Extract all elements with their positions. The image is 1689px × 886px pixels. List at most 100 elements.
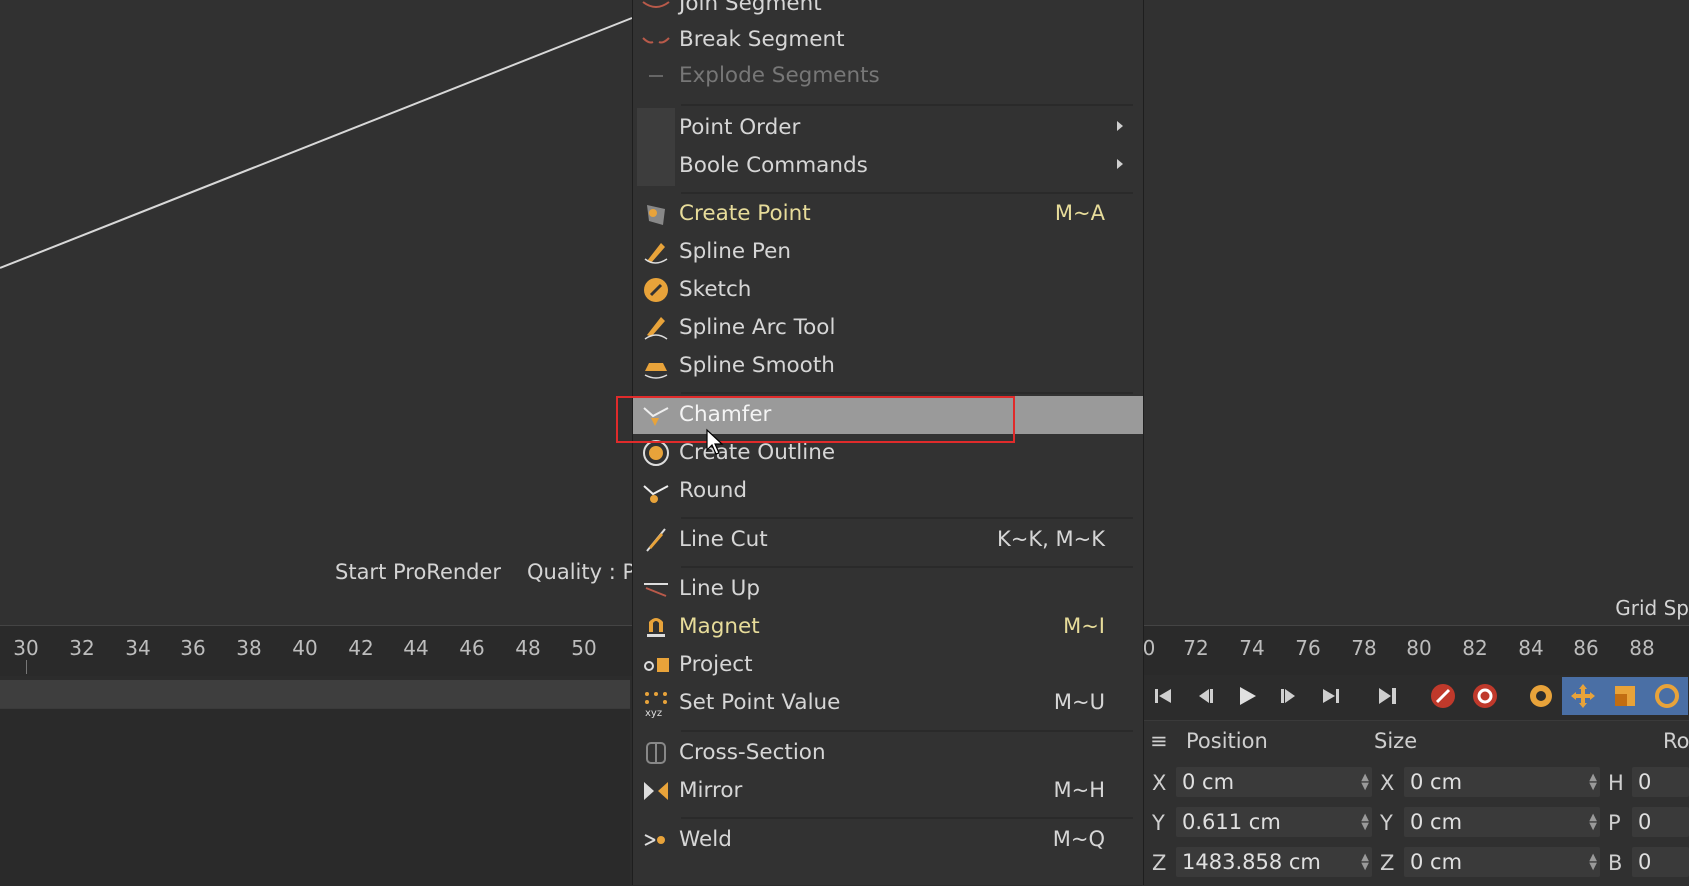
move-key-button[interactable]: [1562, 677, 1604, 715]
go-to-start-icon: [1155, 689, 1171, 703]
tick-label: 86: [1573, 636, 1599, 660]
next-frame-button[interactable]: [1268, 677, 1310, 715]
coordinates-panel: ≡ Position Size Ro X 0 cm ▲ ▼ X 0 cm ▲ ▼ H 0…: [1142, 720, 1689, 886]
menu-item-break-segment[interactable]: Break Segment: [633, 21, 1143, 59]
menu-item-point-order[interactable]: Point Order: [633, 109, 1143, 147]
spinner-icon: ▲ ▼: [1589, 812, 1597, 832]
tick-label: 44: [403, 636, 429, 660]
gear-icon: [1530, 685, 1552, 707]
tick-label: 72: [1183, 636, 1209, 660]
tick-label: 46: [459, 636, 485, 660]
timeline-track[interactable]: [0, 680, 630, 708]
record-keys-button[interactable]: [1422, 677, 1464, 715]
submenu-arrow-icon: [1117, 121, 1123, 131]
size-y-field[interactable]: 0 cm ▲ ▼: [1404, 807, 1600, 837]
go-to-start-button[interactable]: [1142, 677, 1184, 715]
position-x-field[interactable]: 0 cm ▲ ▼: [1176, 767, 1372, 797]
menu-item-project[interactable]: Project: [633, 646, 1143, 684]
menu-item-sketch[interactable]: Sketch: [633, 271, 1143, 309]
size-x-field[interactable]: 0 cm ▲ ▼: [1404, 767, 1600, 797]
play-button[interactable]: [1226, 677, 1268, 715]
next-frame-icon: [1281, 689, 1295, 703]
scale-key-button[interactable]: [1604, 677, 1646, 715]
axis-label: X: [1152, 771, 1167, 795]
menu-item-spline-pen[interactable]: Spline Pen: [633, 233, 1143, 271]
tick-label: 30: [13, 636, 39, 660]
position-header: Position: [1186, 729, 1268, 753]
tick-label: 0: [1142, 636, 1156, 660]
previous-frame-button[interactable]: [1184, 677, 1226, 715]
menu-item-line-cut[interactable]: Line Cut K~K, M~K: [633, 521, 1143, 559]
menu-item-set-point-value[interactable]: xyz Set Point Value M~U: [633, 684, 1143, 722]
menu-item-round[interactable]: Round: [633, 472, 1143, 510]
line-up-icon: [639, 573, 673, 605]
menu-item-line-up[interactable]: Line Up: [633, 570, 1143, 608]
go-to-end-button[interactable]: [1310, 677, 1352, 715]
menu-item-join-segment[interactable]: Join Segment: [633, 0, 1143, 23]
tick-label: 74: [1239, 636, 1265, 660]
mouse-cursor-icon: [706, 428, 724, 455]
axis-label: H: [1608, 771, 1624, 795]
spinner-icon: ▲ ▼: [1361, 812, 1369, 832]
axis-label: X: [1380, 771, 1395, 795]
menu-item-cross-section[interactable]: Cross-Section: [633, 734, 1143, 772]
break-segment-icon: [639, 24, 673, 56]
highlight-annotation: [616, 396, 1015, 443]
menu-item-explode-segments[interactable]: Explode Segments: [633, 57, 1143, 95]
rotation-header: Ro: [1663, 729, 1689, 753]
rotation-b-field[interactable]: 0: [1632, 847, 1689, 877]
transport-controls: [1142, 675, 1689, 717]
rotation-p-field[interactable]: 0: [1632, 807, 1689, 837]
axis-label: Z: [1380, 851, 1395, 875]
axis-label: Z: [1152, 851, 1167, 875]
position-y-field[interactable]: 0.611 cm ▲ ▼: [1176, 807, 1372, 837]
spinner-icon: ▲ ▼: [1361, 852, 1369, 872]
spinner-icon: ▲ ▼: [1589, 772, 1597, 792]
tick-label: 32: [69, 636, 95, 660]
menu-item-spline-smooth[interactable]: Spline Smooth: [633, 347, 1143, 385]
explode-segments-icon: [639, 60, 673, 92]
menu-item-boole-commands[interactable]: Boole Commands: [633, 147, 1143, 185]
menu-item-magnet[interactable]: Magnet M~I: [633, 608, 1143, 646]
size-z-field[interactable]: 0 cm ▲ ▼: [1404, 847, 1600, 877]
project-icon: [639, 649, 673, 681]
start-prorender-button[interactable]: Start ProRender: [335, 560, 501, 584]
tick-label: 84: [1518, 636, 1544, 660]
cross-section-icon: [639, 737, 673, 769]
lower-left-panel: [0, 708, 630, 886]
scale-icon: [1615, 686, 1635, 706]
last-frame-button[interactable]: [1366, 677, 1408, 715]
menu-separator: [681, 392, 1133, 394]
join-segment-icon: [639, 0, 673, 20]
spline-pen-icon: [639, 236, 673, 268]
line-cut-icon: [639, 524, 673, 556]
position-z-field[interactable]: 1483.858 cm ▲ ▼: [1176, 847, 1372, 877]
menu-item-weld[interactable]: Weld M~Q: [633, 821, 1143, 859]
coord-row-z: Z 1483.858 cm ▲ ▼ Z 0 cm ▲ ▼ B 0: [1142, 845, 1689, 881]
menu-separator: [681, 104, 1133, 106]
tick-label: 34: [125, 636, 151, 660]
spinner-icon: ▲ ▼: [1589, 852, 1597, 872]
move-arrows-icon: [1571, 684, 1595, 708]
rotation-h-field[interactable]: 0: [1632, 767, 1689, 797]
playhead-marker: [26, 660, 27, 674]
menu-item-create-point[interactable]: Create Point M~A: [633, 195, 1143, 233]
autokey-icon: [1473, 684, 1497, 708]
tick-label: 40: [292, 636, 318, 660]
tick-label: 38: [236, 636, 262, 660]
autokey-button[interactable]: [1464, 677, 1506, 715]
size-header: Size: [1374, 729, 1418, 753]
tick-label: 42: [348, 636, 374, 660]
tick-label: 36: [180, 636, 206, 660]
spinner-icon: ▲ ▼: [1361, 772, 1369, 792]
menu-lines-icon[interactable]: ≡: [1150, 729, 1168, 753]
menu-item-mirror[interactable]: Mirror M~H: [633, 772, 1143, 810]
weld-icon: [639, 824, 673, 856]
go-to-end-icon: [1323, 689, 1339, 703]
keyframe-settings-button[interactable]: [1520, 677, 1562, 715]
axis-label: P: [1608, 811, 1621, 835]
menu-separator: [681, 566, 1133, 568]
rotate-key-button[interactable]: [1646, 677, 1688, 715]
menu-item-spline-arc-tool[interactable]: Spline Arc Tool: [633, 309, 1143, 347]
quality-label: Quality : P: [527, 560, 636, 584]
